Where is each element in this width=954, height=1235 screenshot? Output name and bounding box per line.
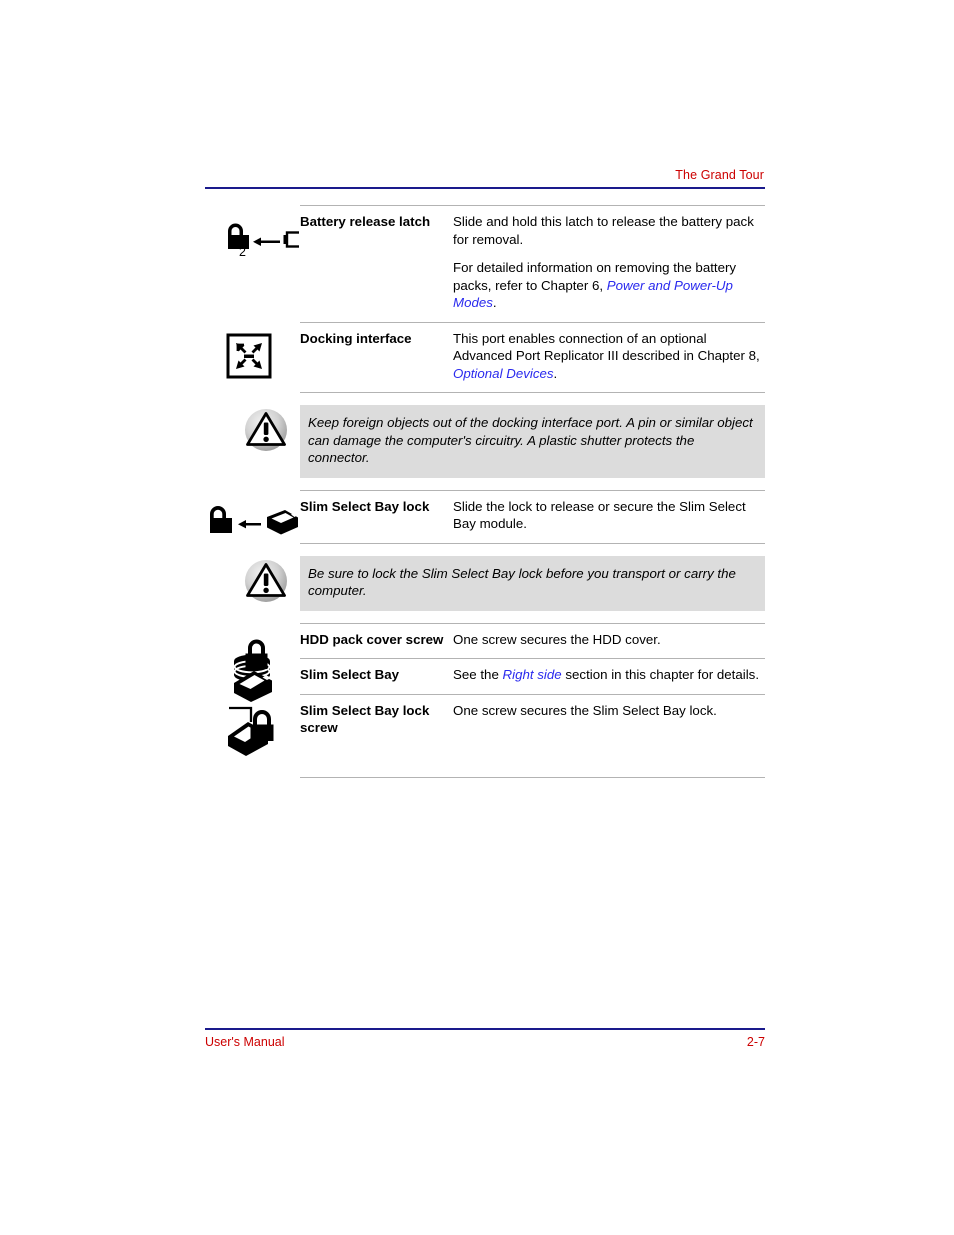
row-term: HDD pack cover screw: [300, 631, 444, 647]
icon-cell: [205, 623, 300, 681]
row-description: Slide and hold this latch to release the…: [453, 213, 765, 312]
icon-cell: [205, 556, 300, 602]
desc-text: .: [553, 365, 558, 381]
table-row: Slim Select Bay lock screw One screw sec…: [205, 693, 765, 777]
row-description: One screw secures the HDD cover.: [453, 631, 765, 649]
icon-cell: [205, 658, 300, 702]
caution-text-box: Keep foreign objects out of the docking …: [300, 405, 765, 478]
row-description: Slide the lock to release or secure the …: [453, 498, 765, 533]
module-lock-screw-icon: [224, 700, 286, 762]
desc-text: Slide the lock to release or secure the …: [453, 498, 746, 532]
table-row: Slim Select Bay See the Right side secti…: [205, 658, 765, 702]
table-row: HDD pack cover screw One screw secures t…: [205, 622, 765, 681]
row-term: Slim Select Bay lock: [300, 498, 430, 514]
caution-text-box: Be sure to lock the Slim Select Bay lock…: [300, 555, 765, 611]
table-row: 2 Battery release latch Slide and hold t…: [205, 205, 765, 322]
table-row: Slim Select Bay lock Slide the lock to r…: [205, 489, 765, 543]
table-bottom-rule: [300, 392, 765, 393]
table-bottom-rule: [300, 776, 765, 778]
desc-text: .: [492, 295, 497, 310]
row-description: One screw secures the Slim Select Bay lo…: [453, 702, 765, 720]
icon-cell: [205, 405, 300, 451]
caution-text: Be sure to lock the Slim Select Bay lock…: [308, 565, 736, 599]
warning-triangle-icon: [243, 407, 289, 453]
desc-text: See the: [453, 667, 503, 682]
cross-reference-link[interactable]: Optional Devices: [453, 366, 554, 381]
warning-triangle-icon: [243, 558, 289, 604]
desc-text: One screw secures the HDD cover.: [453, 631, 661, 647]
cross-reference-link[interactable]: Right side: [503, 667, 562, 682]
desc-text: One screw secures the Slim Select Bay lo…: [453, 702, 717, 718]
desc-text: section in this chapter for details.: [561, 667, 760, 682]
row-text: HDD pack cover screw One screw secures t…: [300, 622, 765, 659]
row-description: See the Right side section in this chapt…: [453, 666, 765, 684]
row-text: Battery release latch Slide and hold thi…: [300, 205, 765, 322]
row-description: This port enables connection of an optio…: [453, 330, 765, 383]
row-term: Battery release latch: [300, 214, 431, 229]
row-term: Slim Select Bay: [300, 667, 400, 682]
row-term: Slim Select Bay lock screw: [300, 702, 430, 736]
desc-text: Slide and hold this latch to release the…: [453, 214, 754, 247]
header-rule: [205, 187, 765, 189]
caution-text: Keep foreign objects out of the docking …: [308, 415, 753, 465]
manual-page: The Grand Tour 2 Battery release latch S…: [0, 0, 954, 1235]
icon-cell: [205, 322, 300, 378]
icon-callout-number: 2: [239, 245, 246, 259]
row-term: Docking interface: [300, 330, 412, 346]
page-header: The Grand Tour: [205, 168, 765, 189]
desc-text: This port enables connection of an optio…: [453, 330, 760, 364]
icon-cell: [205, 694, 300, 756]
unlock-arrow-module-icon: [205, 498, 300, 542]
header-chapter-title: The Grand Tour: [675, 168, 764, 182]
caution-callout: Keep foreign objects out of the docking …: [205, 405, 765, 478]
icon-cell: [205, 490, 300, 534]
table-bottom-rule: [300, 542, 765, 544]
caution-callout: Be sure to lock the Slim Select Bay lock…: [205, 555, 765, 611]
unlock-arrow-battery-icon: [219, 215, 299, 261]
page-footer: User's Manual 2-7: [205, 1028, 765, 1050]
footer-manual-label: User's Manual: [205, 1035, 285, 1049]
docking-interface-icon: [225, 332, 273, 380]
row-text: Slim Select Bay lock screw One screw sec…: [300, 693, 765, 777]
row-text: Slim Select Bay See the Right side secti…: [300, 658, 765, 694]
table-row: Docking interface This port enables conn…: [205, 321, 765, 393]
spec-table: 2 Battery release latch Slide and hold t…: [205, 205, 765, 778]
row-text: Slim Select Bay lock Slide the lock to r…: [300, 489, 765, 543]
row-text: Docking interface This port enables conn…: [300, 321, 765, 393]
footer-page-number: 2-7: [746, 1035, 765, 1049]
icon-cell: 2: [205, 205, 300, 259]
